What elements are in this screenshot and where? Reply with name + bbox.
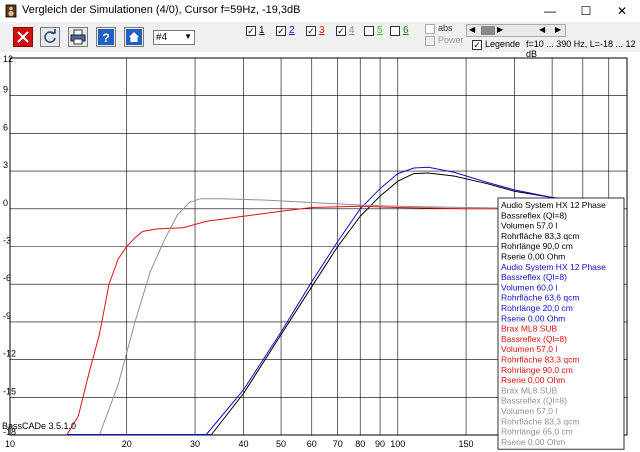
- legend-label: Legende: [485, 39, 521, 49]
- title-bar: Vergleich der Simulationen (4/0), Cursor…: [0, 0, 640, 23]
- frequency-response-chart: 1020304050607080901001502002503003501296…: [2, 54, 628, 450]
- printer-icon: [70, 29, 86, 45]
- series-1-checkbox[interactable]: ✓: [246, 26, 256, 36]
- help-icon: ?: [98, 29, 114, 45]
- legend-entry: Rohrfläche 83,3 qcm: [501, 355, 579, 365]
- x-tick-label: 80: [355, 439, 365, 449]
- series-2-label: 2: [289, 25, 295, 36]
- close-red-button[interactable]: [13, 27, 33, 47]
- scroll-thumb[interactable]: [481, 26, 495, 35]
- y-tick-label: -12: [3, 349, 16, 359]
- y-tick-label: 12: [3, 54, 13, 64]
- chevron-down-icon: ▼: [184, 32, 192, 41]
- legend-entry: Rserie 0,00 Ohm: [501, 313, 565, 323]
- series-4-checkbox[interactable]: ✓: [336, 26, 346, 36]
- legend-checkbox[interactable]: ✓: [472, 40, 482, 50]
- refresh-button[interactable]: [40, 27, 60, 47]
- y-tick-label: 9: [3, 85, 8, 95]
- legend-entry: Volumen 57,0 l: [501, 344, 557, 354]
- x-icon: [17, 31, 29, 43]
- legend-entry: Rohrlänge 90,0 cm: [501, 365, 573, 375]
- series-6-label: 6: [403, 25, 409, 36]
- legend-entry: Rohrfläche 83,3 qcm: [501, 231, 579, 241]
- x-tick-label: 10: [5, 439, 15, 449]
- watermark-label: BassCADe 3.5.1.0: [2, 421, 76, 431]
- series-select[interactable]: #4 ▼: [153, 30, 195, 45]
- x-tick-label: 50: [276, 439, 286, 449]
- power-checkbox[interactable]: [425, 36, 435, 46]
- x-tick-label: 20: [122, 439, 132, 449]
- minimize-button[interactable]: —: [534, 0, 566, 22]
- series-5-label: 5: [377, 25, 383, 36]
- scroll-right-icon[interactable]: ▶: [497, 25, 503, 34]
- home-button[interactable]: [124, 27, 144, 47]
- y-tick-label: -9: [3, 311, 11, 321]
- legend-entry: Brax ML8 SUB: [501, 324, 558, 334]
- x-tick-label: 90: [375, 439, 385, 449]
- help-button[interactable]: ?: [96, 27, 116, 47]
- legend-entry: Volumen 57,0 l: [501, 221, 557, 231]
- legend-entry: Rserie 0,00 Ohm: [501, 375, 565, 385]
- y-tick-label: -6: [3, 273, 11, 283]
- y-tick-label: -3: [3, 236, 11, 246]
- toolbar: ? #4 ▼ ✓ 1 ✓ 2 ✓ 3 ✓ 4 5 6 abs Power ◀ ▶ ◀ ▶ ✓ Le…: [0, 22, 640, 59]
- legend-entry: Bassreflex (Ql=8): [501, 334, 567, 344]
- print-button[interactable]: [68, 27, 88, 47]
- refresh-icon: [44, 29, 56, 43]
- x-tick-label: 40: [238, 439, 248, 449]
- series-1-label: 1: [259, 25, 265, 36]
- x-tick-label: 150: [459, 439, 474, 449]
- legend-entry: Audio System HX 12 Phase: [501, 200, 606, 210]
- legend-entry: Rohrfläche 83,3 qcm: [501, 416, 579, 426]
- legend-entry: Bassreflex (Ql=8): [501, 396, 567, 406]
- y-tick-label: 6: [3, 122, 8, 132]
- series-3-checkbox[interactable]: ✓: [306, 26, 316, 36]
- legend-entry: Audio System HX 12 Phase: [501, 262, 606, 272]
- x-tick-label: 100: [390, 439, 405, 449]
- legend-entry: Rserie 0,00 Ohm: [501, 437, 565, 447]
- scroll-left-icon[interactable]: ◀: [469, 25, 475, 34]
- series-6-checkbox[interactable]: [390, 26, 400, 36]
- x-tick-label: 30: [190, 439, 200, 449]
- maximize-button[interactable]: ☐: [570, 0, 602, 22]
- series-5-checkbox[interactable]: [364, 26, 374, 36]
- scroll-left2-icon[interactable]: ◀: [539, 25, 545, 34]
- legend-entry: Rserie 0,00 Ohm: [501, 252, 565, 262]
- power-label: Power: [438, 35, 464, 45]
- abs-checkbox[interactable]: [425, 24, 435, 34]
- series-4-label: 4: [349, 25, 355, 36]
- legend-entry: Volumen 60,0 l: [501, 282, 557, 292]
- y-tick-label: 0: [3, 198, 8, 208]
- series-2-checkbox[interactable]: ✓: [276, 26, 286, 36]
- abs-label: abs: [438, 23, 453, 33]
- legend-entry: Brax ML8 SUB: [501, 385, 558, 395]
- home-icon: [126, 29, 142, 45]
- svg-text:?: ?: [102, 31, 109, 45]
- series-select-value: #4: [156, 32, 168, 43]
- y-tick-label: -15: [3, 386, 16, 396]
- legend-entry: Bassreflex (Ql=8): [501, 210, 567, 220]
- x-tick-label: 70: [333, 439, 343, 449]
- scroll-right2-icon[interactable]: ▶: [555, 25, 561, 34]
- legend-entry: Bassreflex (Ql=8): [501, 272, 567, 282]
- app-icon: [5, 4, 17, 18]
- series-3-label: 3: [319, 25, 325, 36]
- close-window-button[interactable]: ✕: [606, 0, 638, 22]
- x-tick-label: 60: [307, 439, 317, 449]
- y-tick-label: 3: [3, 160, 8, 170]
- legend-entry: Volumen 57,0 l: [501, 406, 557, 416]
- legend-entry: Rohrlänge 90,0 cm: [501, 241, 573, 251]
- legend-entry: Rohrlänge 65,0 cm: [501, 427, 573, 437]
- legend-entry: Rohrfläche 63,6 qcm: [501, 293, 579, 303]
- legend-entry: Rohrlänge 20,0 cm: [501, 303, 573, 313]
- range-scrollbar[interactable]: ◀ ▶ ◀ ▶: [466, 24, 566, 37]
- window-title: Vergleich der Simulationen (4/0), Cursor…: [22, 4, 301, 16]
